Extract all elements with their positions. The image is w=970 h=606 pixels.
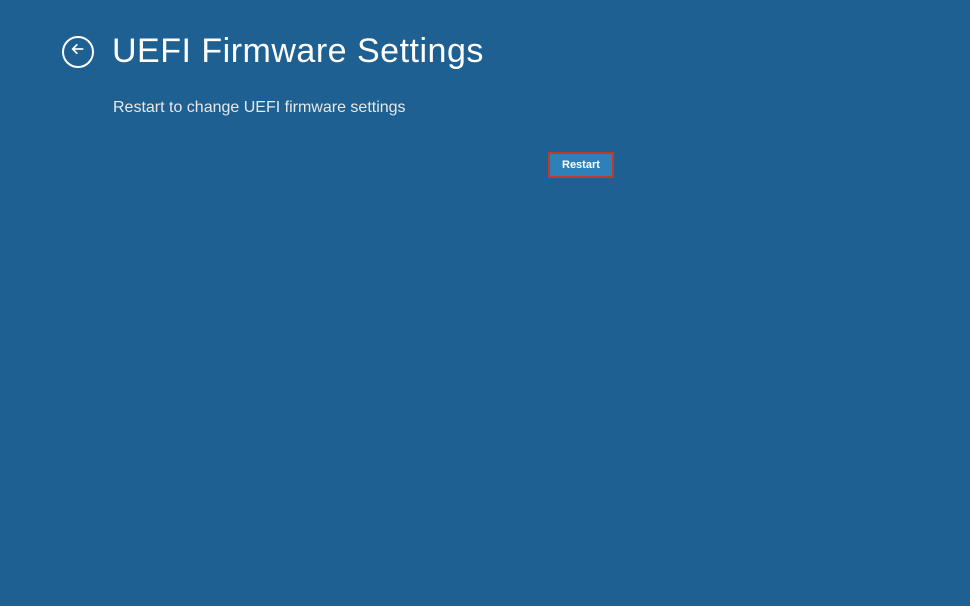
back-button[interactable] <box>62 36 94 68</box>
restart-button[interactable]: Restart <box>548 152 614 178</box>
page-header: UEFI Firmware Settings <box>0 0 970 71</box>
page-description: Restart to change UEFI firmware settings <box>0 71 970 117</box>
page-title: UEFI Firmware Settings <box>112 32 484 71</box>
back-arrow-icon <box>70 41 86 62</box>
